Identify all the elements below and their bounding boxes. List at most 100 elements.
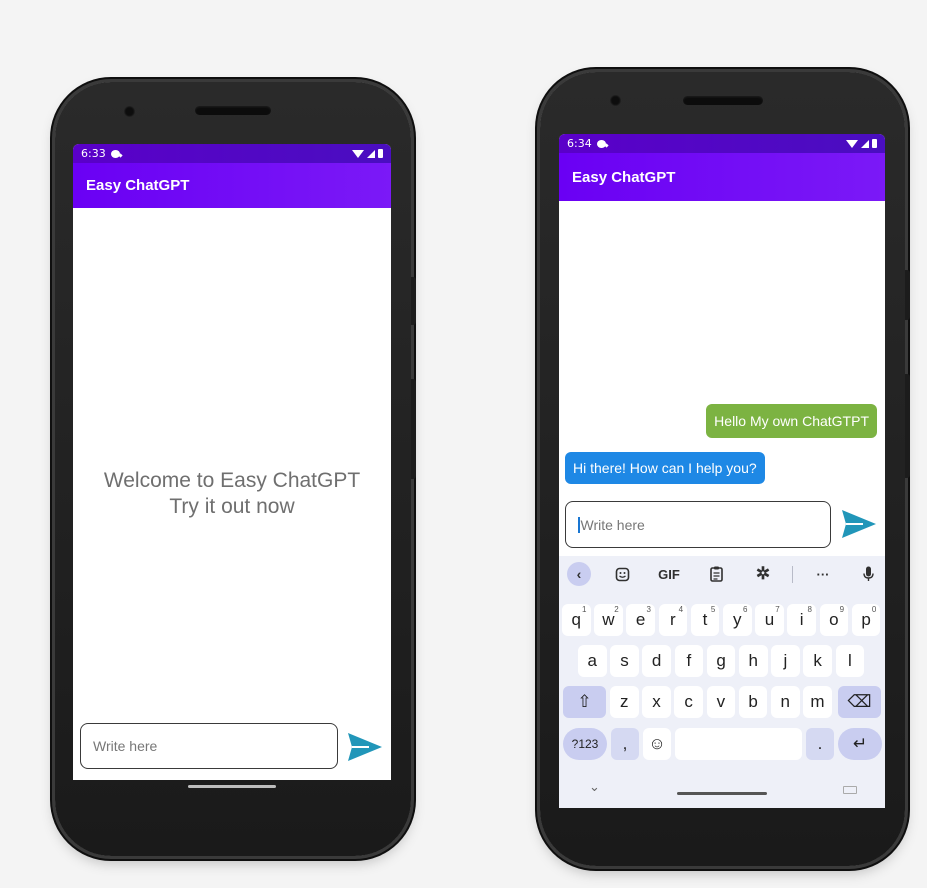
space-key[interactable]: [675, 728, 802, 760]
wifi-icon: [846, 139, 858, 148]
send-button[interactable]: [347, 732, 383, 766]
collapse-keyboard-icon[interactable]: ⌄: [589, 780, 600, 795]
phone-right: 6:34 Easy ChatGPT Hello My own ChatGTPT …: [540, 72, 910, 866]
clipboard-icon[interactable]: [705, 562, 727, 586]
key-t[interactable]: t5: [690, 604, 720, 636]
front-camera: [124, 106, 135, 117]
more-icon[interactable]: ···: [811, 562, 835, 586]
key-label: p: [861, 610, 871, 629]
key-u[interactable]: u7: [755, 604, 784, 636]
message-input-placeholder: Write here: [93, 738, 158, 754]
key-hint: 7: [775, 605, 780, 614]
sticker-icon[interactable]: [611, 562, 633, 586]
screen-left: 6:33 Easy ChatGPT Welcome to Easy ChatGP…: [73, 144, 391, 780]
key-hint: 2: [614, 605, 619, 614]
mic-icon[interactable]: [857, 562, 879, 586]
key-label: t: [702, 610, 708, 629]
key-k[interactable]: k: [803, 645, 832, 677]
message-input[interactable]: Write here: [80, 723, 338, 769]
power-button: [905, 270, 910, 320]
key-hint: 5: [710, 605, 716, 614]
key-s[interactable]: s: [610, 645, 639, 677]
enter-key[interactable]: ↵: [838, 728, 882, 760]
key-o[interactable]: o9: [819, 604, 849, 636]
backspace-key[interactable]: ⌫: [838, 686, 881, 718]
gif-label: GIF: [658, 566, 680, 582]
key-w[interactable]: w2: [594, 604, 623, 636]
text-cursor: [578, 516, 580, 533]
key-g[interactable]: g: [706, 645, 736, 677]
key-hint: 1: [582, 605, 587, 614]
earpiece-speaker: [195, 106, 271, 115]
key-r[interactable]: r4: [658, 604, 688, 636]
welcome-line-1: Welcome to Easy ChatGPT: [103, 469, 361, 492]
key-i[interactable]: i8: [787, 604, 816, 636]
key-m[interactable]: m: [803, 686, 832, 718]
volume-button: [905, 374, 910, 478]
app-title: Easy ChatGPT: [86, 177, 190, 194]
app-bar: Easy ChatGPT: [73, 163, 391, 208]
home-indicator[interactable]: [188, 785, 276, 788]
message-input[interactable]: Write here: [565, 501, 831, 548]
signal-icon: [861, 139, 869, 148]
battery-icon: [378, 149, 383, 158]
key-v[interactable]: v: [706, 686, 736, 718]
gif-button[interactable]: GIF: [654, 562, 684, 586]
key-label: u: [764, 610, 775, 629]
key-h[interactable]: h: [739, 645, 768, 677]
keyboard-nav-bar: ⌄: [559, 778, 885, 808]
back-icon[interactable]: ‹: [567, 562, 591, 586]
comma-key[interactable]: ,: [611, 728, 639, 760]
notification-icon: [596, 139, 606, 148]
home-indicator[interactable]: [677, 792, 767, 795]
key-hint: 4: [678, 605, 684, 614]
notification-icon: [110, 149, 120, 158]
key-label: q: [571, 610, 581, 629]
status-time: 6:34: [567, 137, 592, 150]
earpiece-speaker: [683, 96, 763, 105]
send-icon: [348, 733, 382, 761]
key-c[interactable]: c: [674, 686, 703, 718]
screen-right: 6:34 Easy ChatGPT Hello My own ChatGTPT …: [559, 134, 885, 808]
key-d[interactable]: d: [642, 645, 671, 677]
period-key[interactable]: .: [806, 728, 834, 760]
symbols-key[interactable]: ?123: [563, 728, 607, 760]
key-label: w: [602, 610, 615, 629]
battery-icon: [872, 139, 877, 148]
shift-key[interactable]: ⇧: [563, 686, 606, 718]
key-p[interactable]: p0: [851, 604, 881, 636]
key-f[interactable]: f: [674, 645, 704, 677]
key-x[interactable]: x: [642, 686, 671, 718]
key-j[interactable]: j: [771, 645, 800, 677]
welcome-line-2: Try it out now: [169, 495, 295, 518]
keyboard-switch-icon[interactable]: [843, 786, 857, 794]
key-l[interactable]: l: [835, 645, 865, 677]
welcome-text: Welcome to Easy ChatGPT Try it out now: [73, 468, 391, 520]
status-bar: 6:33: [73, 144, 391, 163]
send-button[interactable]: [841, 509, 877, 543]
settings-icon[interactable]: ✲: [752, 562, 774, 586]
message-text: Hi there! How can I help you?: [573, 460, 757, 476]
message-input-placeholder: Write here: [580, 516, 645, 533]
key-hint: 0: [871, 605, 877, 614]
key-label: o: [829, 610, 839, 629]
toolbar-divider: [792, 566, 793, 583]
send-icon: [842, 510, 876, 538]
key-e[interactable]: e3: [626, 604, 655, 636]
enter-icon: ↵: [852, 734, 868, 753]
key-z[interactable]: z: [610, 686, 639, 718]
key-n[interactable]: n: [771, 686, 800, 718]
key-y[interactable]: y6: [723, 604, 752, 636]
emoji-key[interactable]: ☺: [643, 728, 671, 760]
phone-left: 6:33 Easy ChatGPT Welcome to Easy ChatGP…: [55, 82, 416, 856]
keyboard-toolbar: ‹ GIF ✲ ···: [559, 556, 885, 592]
signal-icon: [367, 149, 375, 158]
key-b[interactable]: b: [738, 686, 768, 718]
status-bar: 6:34: [559, 134, 885, 153]
key-label: e: [635, 610, 646, 629]
key-hint: 8: [807, 605, 812, 614]
key-a[interactable]: a: [578, 645, 607, 677]
key-q[interactable]: q1: [562, 604, 591, 636]
power-button: [411, 277, 416, 325]
key-hint: 6: [743, 605, 748, 614]
